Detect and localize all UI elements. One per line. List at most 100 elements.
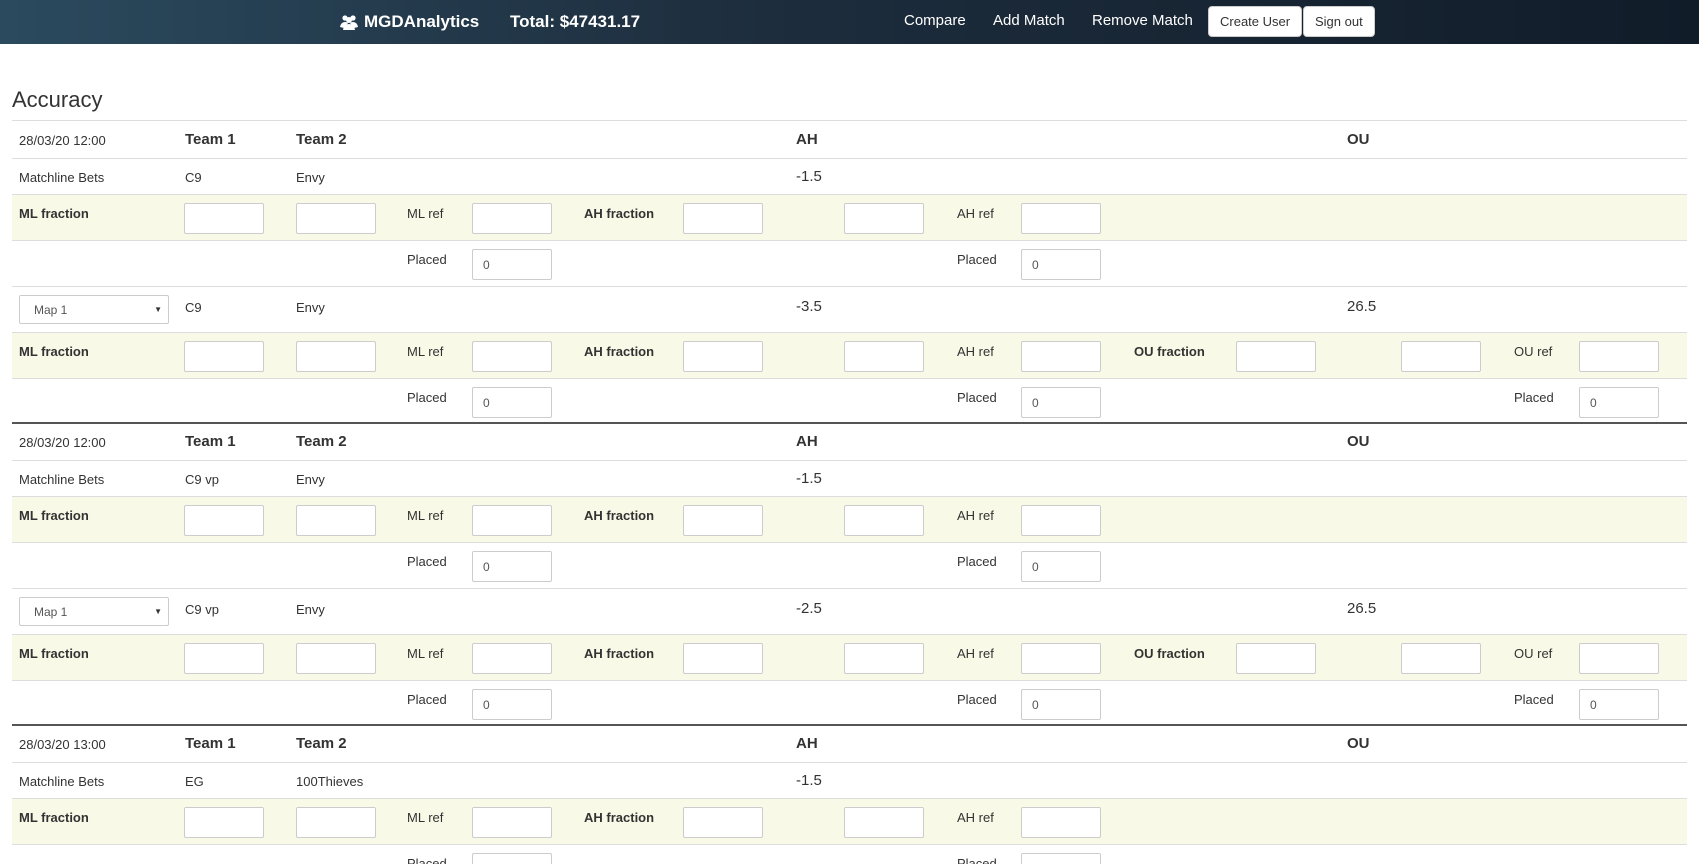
placed-row: Placed Placed Placed bbox=[12, 680, 1687, 724]
ml-placed-input[interactable] bbox=[472, 551, 552, 582]
sign-out-button[interactable]: Sign out bbox=[1303, 6, 1375, 37]
ml-placed-input[interactable] bbox=[472, 387, 552, 418]
ou-ref-input[interactable] bbox=[1579, 643, 1659, 674]
team2-header: Team 2 bbox=[296, 131, 347, 148]
ou-value: 26.5 bbox=[1347, 600, 1377, 617]
ah-fraction-team1-input[interactable] bbox=[683, 341, 763, 372]
ml-fraction-team1-input[interactable] bbox=[184, 341, 264, 372]
ah-ref-label: AH ref bbox=[957, 810, 994, 825]
ml-fraction-team2-input[interactable] bbox=[296, 807, 376, 838]
ah-ref-input[interactable] bbox=[1021, 643, 1101, 674]
nav-remove-match-link[interactable]: Remove Match bbox=[1092, 12, 1193, 29]
ah-header: AH bbox=[796, 131, 818, 148]
ml-placed-input[interactable] bbox=[472, 853, 552, 864]
ah-ref-input[interactable] bbox=[1021, 203, 1101, 234]
ah-placed-input[interactable] bbox=[1021, 551, 1101, 582]
map-select[interactable]: Map 1 ▼ bbox=[19, 295, 169, 324]
placed-label: Placed bbox=[957, 252, 997, 267]
ml-fraction-team1-input[interactable] bbox=[184, 643, 264, 674]
ml-fraction-team2-input[interactable] bbox=[296, 203, 376, 234]
ah-placed-input[interactable] bbox=[1021, 853, 1101, 864]
ah-fraction-team2-input[interactable] bbox=[844, 341, 924, 372]
team2-name: Envy bbox=[296, 472, 325, 487]
top-navbar: MGDAnalytics Total: $47431.17 Compare Ad… bbox=[0, 0, 1699, 44]
fraction-row: ML fraction ML ref AH fraction AH ref bbox=[12, 798, 1687, 844]
ou-fraction-label: OU fraction bbox=[1134, 344, 1205, 359]
ou-header: OU bbox=[1347, 735, 1370, 752]
map-select-value: Map 1 bbox=[34, 605, 68, 619]
ah-fraction-team1-input[interactable] bbox=[683, 203, 763, 234]
ou-fraction-over-input[interactable] bbox=[1236, 643, 1316, 674]
placed-label: Placed bbox=[407, 554, 447, 569]
ou-ref-input[interactable] bbox=[1579, 341, 1659, 372]
ml-fraction-team2-input[interactable] bbox=[296, 341, 376, 372]
ml-ref-input[interactable] bbox=[472, 505, 552, 536]
ah-placed-input[interactable] bbox=[1021, 689, 1101, 720]
nav-add-match-link[interactable]: Add Match bbox=[993, 12, 1065, 29]
ml-ref-label: ML ref bbox=[407, 646, 444, 661]
ah-ref-label: AH ref bbox=[957, 344, 994, 359]
fraction-row: ML fraction ML ref AH fraction AH ref bbox=[12, 194, 1687, 240]
caret-down-icon: ▼ bbox=[154, 305, 162, 314]
ml-fraction-team2-input[interactable] bbox=[296, 643, 376, 674]
ah-ref-input[interactable] bbox=[1021, 807, 1101, 838]
ah-ref-input[interactable] bbox=[1021, 505, 1101, 536]
placed-label: Placed bbox=[407, 856, 447, 864]
team2-name: 100Thieves bbox=[296, 774, 364, 789]
map-row: Map 1 ▼ C9 vp Envy -2.5 26.5 bbox=[12, 588, 1687, 634]
ou-fraction-under-input[interactable] bbox=[1401, 643, 1481, 674]
ml-ref-input[interactable] bbox=[472, 807, 552, 838]
ou-placed-input[interactable] bbox=[1579, 689, 1659, 720]
ml-fraction-team1-input[interactable] bbox=[184, 203, 264, 234]
ah-fraction-team2-input[interactable] bbox=[844, 203, 924, 234]
ou-fraction-over-input[interactable] bbox=[1236, 341, 1316, 372]
ml-fraction-label: ML fraction bbox=[19, 810, 89, 825]
brand-name: MGDAnalytics bbox=[364, 12, 480, 31]
ah-fraction-team2-input[interactable] bbox=[844, 807, 924, 838]
ah-value: -1.5 bbox=[796, 168, 822, 185]
ah-fraction-team1-input[interactable] bbox=[683, 505, 763, 536]
ah-placed-input[interactable] bbox=[1021, 249, 1101, 280]
fraction-row: ML fraction ML ref AH fraction AH ref OU… bbox=[12, 634, 1687, 680]
ml-ref-input[interactable] bbox=[472, 341, 552, 372]
ah-fraction-label: AH fraction bbox=[584, 810, 655, 825]
ml-placed-input[interactable] bbox=[472, 249, 552, 280]
ml-fraction-team2-input[interactable] bbox=[296, 505, 376, 536]
placed-label: Placed bbox=[957, 390, 997, 405]
fraction-row: ML fraction ML ref AH fraction AH ref OU… bbox=[12, 332, 1687, 378]
ah-fraction-label: AH fraction bbox=[584, 508, 655, 523]
ml-ref-label: ML ref bbox=[407, 206, 444, 221]
ah-fraction-team2-input[interactable] bbox=[844, 505, 924, 536]
placed-label: Placed bbox=[407, 692, 447, 707]
create-user-button[interactable]: Create User bbox=[1208, 6, 1303, 37]
ml-ref-input[interactable] bbox=[472, 203, 552, 234]
ou-value: 26.5 bbox=[1347, 298, 1377, 315]
match-header-row: 28/03/20 13:00 Team 1 Team 2 AH OU bbox=[12, 724, 1687, 762]
map-select-value: Map 1 bbox=[34, 303, 68, 317]
total-amount: Total: $47431.17 bbox=[510, 12, 641, 31]
ah-fraction-team1-input[interactable] bbox=[683, 643, 763, 674]
ml-placed-input[interactable] bbox=[472, 689, 552, 720]
ml-fraction-team1-input[interactable] bbox=[184, 807, 264, 838]
ou-placed-input[interactable] bbox=[1579, 387, 1659, 418]
placed-row: Placed Placed bbox=[12, 542, 1687, 588]
ou-fraction-label: OU fraction bbox=[1134, 646, 1205, 661]
ml-ref-input[interactable] bbox=[472, 643, 552, 674]
map-select[interactable]: Map 1 ▼ bbox=[19, 597, 169, 626]
team1-name: C9 vp bbox=[185, 472, 219, 487]
ou-fraction-under-input[interactable] bbox=[1401, 341, 1481, 372]
ml-fraction-label: ML fraction bbox=[19, 344, 89, 359]
ml-fraction-team1-input[interactable] bbox=[184, 505, 264, 536]
team1-name: C9 bbox=[185, 300, 202, 315]
ah-ref-label: AH ref bbox=[957, 206, 994, 221]
brand[interactable]: MGDAnalytics bbox=[340, 12, 479, 32]
ah-fraction-team2-input[interactable] bbox=[844, 643, 924, 674]
ah-fraction-team1-input[interactable] bbox=[683, 807, 763, 838]
ou-ref-label: OU ref bbox=[1514, 344, 1553, 359]
nav-compare-link[interactable]: Compare bbox=[904, 12, 966, 29]
ah-placed-input[interactable] bbox=[1021, 387, 1101, 418]
ah-value: -3.5 bbox=[796, 298, 822, 315]
fraction-row: ML fraction ML ref AH fraction AH ref bbox=[12, 496, 1687, 542]
ah-ref-input[interactable] bbox=[1021, 341, 1101, 372]
matchline-row: Matchline Bets C9 Envy -1.5 bbox=[12, 158, 1687, 194]
